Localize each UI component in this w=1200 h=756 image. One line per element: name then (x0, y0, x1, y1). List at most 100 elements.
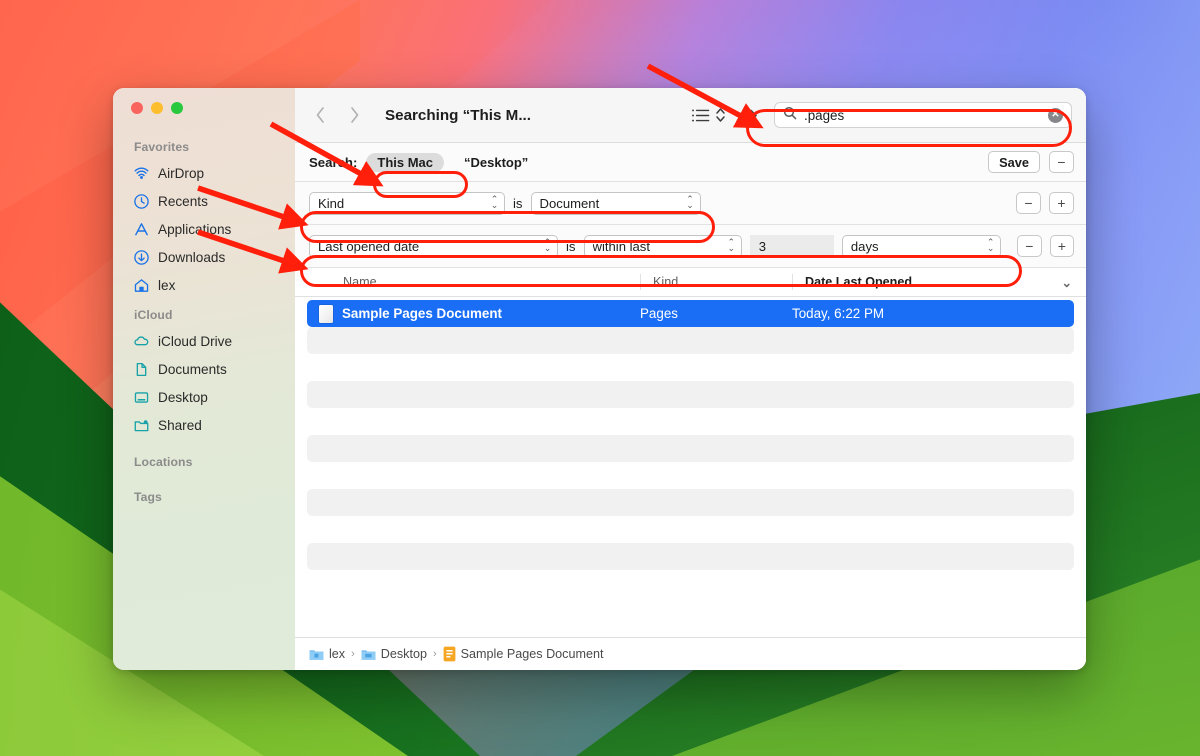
chevron-double-right-icon[interactable] (742, 102, 758, 128)
column-header-kind[interactable]: Kind (640, 268, 792, 296)
breadcrumb-item-lex[interactable]: lex (309, 647, 345, 661)
kind-attribute-select[interactable]: Kind ⌃⌄ (309, 192, 505, 215)
folder-home-icon (309, 648, 324, 661)
last-opened-operator-label: is (566, 239, 576, 254)
table-row-spacer (295, 354, 1086, 381)
remove-search-button[interactable]: − (1049, 151, 1074, 173)
last-opened-attribute-value: Last opened date (318, 239, 536, 254)
cloud-icon (132, 332, 150, 350)
file-list[interactable]: Sample Pages Document Pages Today, 6:22 … (295, 297, 1086, 637)
view-controls (691, 102, 726, 128)
sidebar-item-label: Recents (158, 194, 208, 209)
breadcrumb-item-file[interactable]: Sample Pages Document (443, 646, 604, 662)
clear-icon[interactable]: ✕ (1048, 108, 1063, 123)
chevron-updown-icon: ⌃⌄ (726, 240, 737, 251)
list-view-icon[interactable] (691, 102, 710, 128)
search-scope-bar: Search: This Mac “Desktop” Save − (295, 143, 1086, 182)
table-row-spacer (295, 408, 1086, 435)
search-input[interactable]: .pages ✕ (774, 102, 1072, 128)
search-value: .pages (804, 108, 1041, 123)
remove-criteria-button[interactable]: − (1017, 235, 1041, 257)
within-last-select[interactable]: within last ⌃⌄ (584, 235, 742, 258)
remove-criteria-button[interactable]: − (1016, 192, 1041, 214)
close-button[interactable] (131, 102, 143, 114)
duration-number-input[interactable]: 3 (750, 235, 834, 258)
breadcrumb-separator: › (433, 648, 437, 660)
add-criteria-button[interactable]: + (1050, 235, 1074, 257)
chevron-down-icon[interactable]: ⌄ (1061, 275, 1086, 290)
sidebar-item-desktop[interactable]: Desktop (113, 383, 295, 411)
sidebar-item-airdrop[interactable]: AirDrop (113, 159, 295, 187)
sidebar-section-favorites: Favorites (113, 131, 295, 159)
applications-icon (132, 220, 150, 238)
pages-document-icon (319, 305, 333, 323)
sidebar-item-label: AirDrop (158, 166, 204, 181)
sidebar-item-recents[interactable]: Recents (113, 187, 295, 215)
table-row-spacer (295, 570, 1086, 597)
table-row-empty (307, 381, 1074, 408)
pages-document-icon (443, 646, 456, 662)
page-title: Searching “This M... (385, 107, 531, 124)
table-row-spacer (295, 516, 1086, 543)
add-criteria-button[interactable]: + (1049, 192, 1074, 214)
home-icon (132, 276, 150, 294)
sidebar-item-shared[interactable]: Shared (113, 411, 295, 439)
sidebar-item-applications[interactable]: Applications (113, 215, 295, 243)
file-name: Sample Pages Document (342, 306, 502, 321)
download-icon (132, 248, 150, 266)
sidebar-section-icloud: iCloud (113, 299, 295, 327)
sidebar-item-downloads[interactable]: Downloads (113, 243, 295, 271)
table-row-spacer (295, 462, 1086, 489)
sidebar-item-icloud-drive[interactable]: iCloud Drive (113, 327, 295, 355)
within-last-value: within last (593, 239, 720, 254)
criteria-row-kind: Kind ⌃⌄ is Document ⌃⌄ − + (295, 182, 1086, 225)
scope-desktop[interactable]: “Desktop” (453, 153, 539, 172)
chevron-updown-icon: ⌃⌄ (542, 240, 553, 251)
file-name-cell: Sample Pages Document (307, 305, 640, 323)
minimize-button[interactable] (151, 102, 163, 114)
duration-unit-value: days (851, 239, 979, 254)
breadcrumb-separator: › (351, 648, 355, 660)
clock-icon (132, 192, 150, 210)
sidebar-item-documents[interactable]: Documents (113, 355, 295, 383)
save-button[interactable]: Save (988, 151, 1040, 173)
table-row-empty (307, 435, 1074, 462)
column-header-date-last-opened[interactable]: Date Last Opened ⌄ (792, 268, 1086, 296)
breadcrumb-label: Sample Pages Document (461, 647, 604, 661)
kind-operator-label: is (513, 196, 523, 211)
sidebar-item-label: Downloads (158, 250, 225, 265)
traffic-light-buttons (131, 102, 183, 114)
document-icon (132, 360, 150, 378)
sort-updown-icon[interactable] (715, 102, 726, 128)
sidebar-item-label: iCloud Drive (158, 334, 232, 349)
scope-this-mac[interactable]: This Mac (366, 153, 444, 172)
breadcrumb: lex › Desktop › (295, 637, 1086, 670)
breadcrumb-item-desktop[interactable]: Desktop (361, 647, 427, 661)
sidebar-item-label: Applications (158, 222, 231, 237)
sidebar-section-tags: Tags (113, 474, 295, 509)
airdrop-icon (132, 164, 150, 182)
table-row[interactable]: Sample Pages Document Pages Today, 6:22 … (307, 300, 1074, 327)
breadcrumb-label: Desktop (381, 647, 427, 661)
column-headers: Name Kind Date Last Opened ⌄ (295, 268, 1086, 297)
back-button[interactable] (307, 102, 333, 128)
kind-value-select[interactable]: Document ⌃⌄ (531, 192, 701, 215)
desktop-background: Favorites AirDrop (0, 0, 1200, 756)
last-opened-attribute-select[interactable]: Last opened date ⌃⌄ (309, 235, 558, 258)
table-row-empty (307, 489, 1074, 516)
duration-unit-select[interactable]: days ⌃⌄ (842, 235, 1001, 258)
zoom-button[interactable] (171, 102, 183, 114)
folder-desktop-icon (361, 648, 376, 661)
sidebar-item-label: lex (158, 278, 175, 293)
chevron-updown-icon: ⌃⌄ (685, 197, 696, 208)
sidebar-item-label: Documents (158, 362, 227, 377)
column-header-name[interactable]: Name (295, 268, 640, 296)
sidebar-item-lex[interactable]: lex (113, 271, 295, 299)
column-header-date-label: Date Last Opened (805, 275, 912, 289)
forward-button[interactable] (341, 102, 367, 128)
desktop-icon (132, 388, 150, 406)
kind-value: Document (540, 196, 679, 211)
criteria-row-last-opened: Last opened date ⌃⌄ is within last ⌃⌄ 3 … (295, 225, 1086, 268)
file-kind: Pages (640, 306, 792, 321)
sidebar-item-label: Desktop (158, 390, 208, 405)
